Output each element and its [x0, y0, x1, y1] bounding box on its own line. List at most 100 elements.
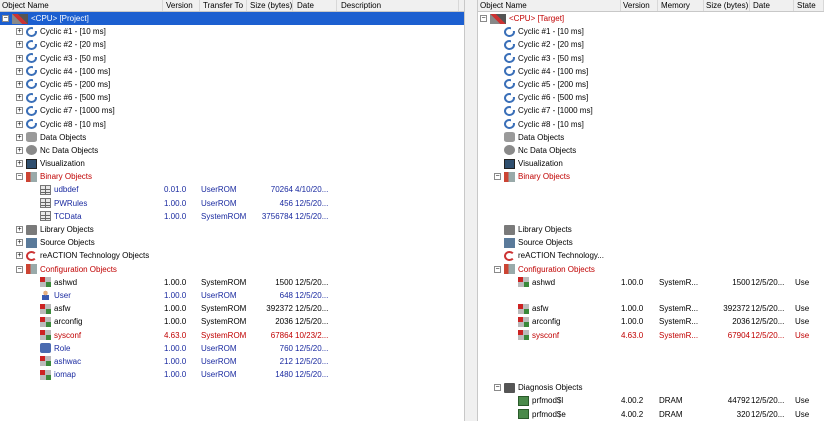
- tree-node[interactable]: − Configuration Objects: [494, 263, 621, 276]
- tree-row[interactable]: Cyclic #5 - [200 ms]: [478, 78, 824, 91]
- expand-icon[interactable]: +: [16, 28, 23, 36]
- tree-node[interactable]: ashwd: [508, 276, 621, 289]
- expand-icon[interactable]: +: [16, 252, 23, 260]
- tree-row[interactable]: asfw 1.00.0 SystemR... 392372 12/5/20... Use: [478, 302, 824, 315]
- collapse-icon[interactable]: −: [2, 15, 9, 22]
- expand-icon[interactable]: +: [16, 67, 23, 75]
- tree-row[interactable]: Nc Data Objects: [478, 144, 824, 157]
- tree-node[interactable]: prfmod$l: [508, 394, 621, 407]
- tree-row[interactable]: + Cyclic #5 - [200 ms]: [0, 78, 464, 91]
- tree-row[interactable]: − <CPU> [Target]: [478, 12, 824, 25]
- tree-node[interactable]: + reACTION Technology Objects: [16, 249, 163, 262]
- column-header[interactable]: Version: [164, 0, 200, 11]
- target-tree[interactable]: − <CPU> [Target] Cyclic #1 - [10 ms] Cyclic…: [478, 12, 824, 421]
- target-pane[interactable]: Object Name Version Memory Size (bytes) Date…: [478, 0, 824, 421]
- tree-node[interactable]: − <CPU> [Project]: [2, 12, 163, 25]
- column-header[interactable]: Date: [295, 0, 337, 11]
- tree-node[interactable]: − Binary Objects: [16, 170, 163, 183]
- tree-row[interactable]: Library Objects: [478, 223, 824, 236]
- expand-icon[interactable]: +: [16, 226, 23, 233]
- project-tree[interactable]: − <CPU> [Project] + Cyclic #1 - [10 ms] + Cyc…: [0, 12, 464, 381]
- expand-icon[interactable]: +: [16, 80, 23, 88]
- tree-row[interactable]: [478, 355, 824, 368]
- tree-node[interactable]: Cyclic #3 - [50 ms]: [494, 52, 621, 65]
- tree-row[interactable]: [478, 210, 824, 223]
- tree-node[interactable]: Cyclic #1 - [10 ms]: [494, 25, 621, 38]
- tree-node[interactable]: + Cyclic #2 - [20 ms]: [16, 38, 163, 51]
- tree-row[interactable]: Cyclic #3 - [50 ms]: [478, 52, 824, 65]
- tree-row[interactable]: sysconf 4.63.0 SystemROM 67864 10/23/2...: [0, 329, 464, 342]
- tree-row[interactable]: Cyclic #1 - [10 ms]: [478, 25, 824, 38]
- tree-node[interactable]: + Cyclic #7 - [1000 ms]: [16, 104, 163, 117]
- tree-node[interactable]: [508, 183, 621, 196]
- tree-node[interactable]: + Data Objects: [16, 131, 163, 144]
- collapse-icon[interactable]: −: [494, 265, 501, 273]
- tree-node[interactable]: iomap: [30, 368, 163, 381]
- tree-row[interactable]: − Binary Objects: [0, 170, 464, 183]
- tree-row[interactable]: User 1.00.0 UserROM 648 12/5/20...: [0, 289, 464, 302]
- tree-node[interactable]: Cyclic #4 - [100 ms]: [494, 65, 621, 78]
- tree-node[interactable]: udbdef: [30, 183, 163, 196]
- tree-node[interactable]: + Cyclic #8 - [10 ms]: [16, 118, 163, 131]
- tree-row[interactable]: − Configuration Objects: [478, 263, 824, 276]
- tree-node[interactable]: [508, 289, 621, 302]
- tree-row[interactable]: prfmod$l 4.00.2 DRAM 44792 12/5/20... Use: [478, 394, 824, 407]
- tree-node[interactable]: ashwac: [30, 355, 163, 368]
- tree-row[interactable]: Source Objects: [478, 236, 824, 249]
- expand-icon[interactable]: +: [16, 41, 23, 49]
- tree-node[interactable]: + Cyclic #4 - [100 ms]: [16, 65, 163, 78]
- collapse-icon[interactable]: −: [494, 384, 501, 392]
- tree-node[interactable]: Nc Data Objects: [494, 144, 621, 157]
- tree-node[interactable]: Cyclic #5 - [200 ms]: [494, 78, 621, 91]
- column-header[interactable]: Object Name: [478, 0, 621, 11]
- tree-node[interactable]: PWRules: [30, 197, 163, 210]
- column-header[interactable]: Transfer To: [201, 0, 247, 11]
- tree-row[interactable]: + Cyclic #3 - [50 ms]: [0, 52, 464, 65]
- tree-row[interactable]: − Configuration Objects: [0, 263, 464, 276]
- tree-node[interactable]: [508, 197, 621, 210]
- tree-row[interactable]: arconfig 1.00.0 SystemROM 2036 12/5/20...: [0, 315, 464, 328]
- tree-node[interactable]: + Visualization: [16, 157, 163, 170]
- tree-node[interactable]: + Library Objects: [16, 223, 163, 236]
- column-header[interactable]: Description: [339, 0, 459, 11]
- expand-icon[interactable]: +: [16, 133, 23, 141]
- collapse-icon[interactable]: −: [480, 15, 487, 22]
- tree-node[interactable]: TCData: [30, 210, 163, 223]
- tree-node[interactable]: Visualization: [494, 157, 621, 170]
- column-header[interactable]: State: [795, 0, 824, 11]
- tree-row[interactable]: reACTION Technology...: [478, 249, 824, 262]
- tree-row[interactable]: Cyclic #6 - [500 ms]: [478, 91, 824, 104]
- tree-row[interactable]: − <CPU> [Project]: [0, 12, 464, 26]
- tree-row[interactable]: + Data Objects: [0, 131, 464, 144]
- column-header[interactable]: Object Name: [0, 0, 163, 11]
- tree-row[interactable]: Role 1.00.0 UserROM 760 12/5/20...: [0, 342, 464, 355]
- tree-node[interactable]: sysconf: [30, 329, 163, 342]
- tree-node[interactable]: User: [30, 289, 163, 302]
- collapse-icon[interactable]: −: [494, 173, 501, 181]
- column-header[interactable]: Size (bytes): [248, 0, 293, 11]
- tree-row[interactable]: ashwac 1.00.0 UserROM 212 12/5/20...: [0, 355, 464, 368]
- tree-node[interactable]: + Nc Data Objects: [16, 144, 163, 157]
- tree-row[interactable]: + Library Objects: [0, 223, 464, 236]
- tree-node[interactable]: reACTION Technology...: [494, 249, 621, 262]
- tree-row[interactable]: + Cyclic #2 - [20 ms]: [0, 38, 464, 51]
- tree-node[interactable]: Cyclic #8 - [10 ms]: [494, 118, 621, 131]
- tree-node[interactable]: Cyclic #2 - [20 ms]: [494, 38, 621, 51]
- tree-node[interactable]: − <CPU> [Target]: [480, 12, 621, 25]
- expand-icon[interactable]: +: [16, 107, 23, 115]
- tree-row[interactable]: + Cyclic #4 - [100 ms]: [0, 65, 464, 78]
- tree-node[interactable]: + Cyclic #5 - [200 ms]: [16, 78, 163, 91]
- tree-row[interactable]: PWRules 1.00.0 UserROM 456 12/5/20...: [0, 197, 464, 210]
- column-header[interactable]: Size (bytes): [704, 0, 750, 11]
- column-header[interactable]: Date: [751, 0, 794, 11]
- expand-icon[interactable]: +: [16, 160, 23, 168]
- tree-row[interactable]: Cyclic #4 - [100 ms]: [478, 65, 824, 78]
- tree-row[interactable]: Cyclic #2 - [20 ms]: [478, 38, 824, 51]
- tree-node[interactable]: sysconf: [508, 329, 621, 342]
- tree-row[interactable]: + Cyclic #1 - [10 ms]: [0, 25, 464, 38]
- tree-row[interactable]: − Diagnosis Objects: [478, 381, 824, 394]
- tree-row[interactable]: + Cyclic #7 - [1000 ms]: [0, 104, 464, 117]
- tree-row[interactable]: TCData 1.00.0 SystemROM 3756784 12/5/20...: [0, 210, 464, 223]
- tree-node[interactable]: Library Objects: [494, 223, 621, 236]
- tree-node[interactable]: [508, 342, 621, 355]
